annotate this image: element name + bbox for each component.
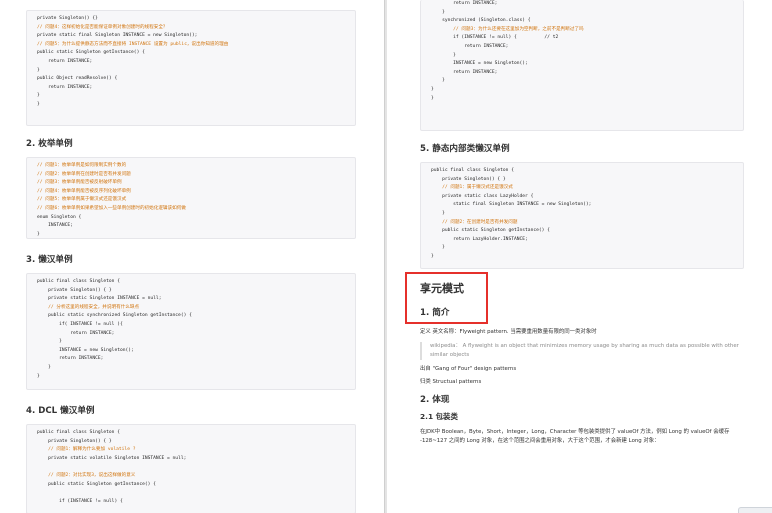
code-line: // 问题3：枚举单例能否被反射破坏单例 (37, 180, 122, 186)
code-line: public static Singleton getInstance() { (431, 228, 550, 234)
code-line: } (431, 95, 434, 101)
code-block-dcl-continued: return INSTANCE; } synchronized (Singlet… (420, 0, 744, 131)
code-block: private Singleton() {} // 问题4：这样初始化是否能保证单… (26, 10, 356, 126)
code-line: } (37, 231, 40, 237)
code-line: INSTANCE = new Singleton(); (37, 347, 134, 353)
code-line: // 问题2：在创建时是否有并发问题 (431, 219, 518, 225)
code-line: return INSTANCE; (431, 69, 498, 75)
code-line: return INSTANCE; (37, 84, 93, 90)
document-page-right: return INSTANCE; } synchronized (Singlet… (387, 0, 772, 513)
code-line: public final class Singleton { (37, 430, 120, 435)
code-line: if( INSTANCE != null ){ (37, 321, 123, 327)
code-line: } (37, 373, 40, 379)
code-line: public static Singleton getInstance() { (37, 50, 145, 56)
code-line: return INSTANCE; (37, 330, 115, 336)
code-block-enum-singleton: // 问题1：枚举单例是如何限制实例个数的 // 问题2：枚举单例在创建时是否有并… (26, 157, 356, 239)
scroll-corner-widget[interactable] (738, 507, 772, 513)
code-line: if (INSTANCE != null) { (37, 498, 123, 504)
code-line: } (431, 78, 445, 84)
code-line: } (431, 253, 434, 259)
code-line: public final class Singleton { (431, 168, 514, 173)
code-line: public static Singleton getInstance() { (37, 481, 156, 487)
section-heading-static-inner-singleton: 5. 静态内部类懒汉单例 (420, 144, 510, 154)
section-heading-lazy-singleton: 3. 懒汉单例 (26, 255, 73, 265)
code-line: } (431, 9, 445, 15)
code-line: return INSTANCE; (37, 356, 104, 362)
code-line: return LazyHolder.INSTANCE; (431, 236, 528, 242)
code-line: synchronized (Singleton.class) { (431, 18, 531, 24)
code-line: private Singleton() {} (37, 16, 98, 21)
code-line: if (INSTANCE != null) { // t2 (431, 35, 559, 41)
wikipedia-quote: wikipedia： A flyweight is an object that… (420, 342, 744, 360)
code-line: private static volatile Singleton INSTAN… (37, 455, 187, 461)
code-line: private static final Singleton INSTANCE … (37, 33, 198, 39)
subsection-heading-wrapper-classes: 2.1 包装类 (420, 412, 458, 421)
code-line: public final class Singleton { (37, 279, 120, 284)
code-line: } (431, 86, 434, 92)
code-block-lazy-singleton: public final class Singleton { private S… (26, 273, 356, 390)
code-line: // 问题6：枚举单例如果希望加入一些单例创建时的初始化逻辑该如何做 (37, 205, 186, 211)
code-line: } (431, 210, 445, 216)
code-line: enum Singleton { (37, 214, 82, 220)
code-line: // 分析这里的线程安全，并说明有什么缺点 (37, 304, 140, 310)
code-line: INSTANCE; (37, 223, 73, 229)
code-block-static-inner-singleton: public final class Singleton { private S… (420, 162, 744, 269)
section-heading-embodiment: 2. 体现 (420, 395, 450, 405)
category-paragraph: 归类 Structual patterns (420, 379, 482, 385)
code-line: return INSTANCE; (431, 43, 509, 49)
code-line: } (431, 52, 456, 58)
code-line: // 问题1：属于懒汉式还是饿汉式 (431, 185, 513, 191)
document-page-left: private Singleton() {} // 问题4：这样初始化是否能保证单… (0, 0, 384, 513)
code-line: } (37, 93, 40, 99)
code-line: } (431, 245, 445, 251)
red-highlight-box (405, 272, 488, 324)
source-paragraph: 出自 "Gang of Four" design patterns (420, 366, 517, 372)
code-line: } (37, 364, 51, 370)
code-line: // 问题1：枚举单例是如何限制实例个数的 (37, 163, 127, 168)
code-line: private Singleton() { } (37, 287, 112, 293)
code-line: return INSTANCE; (431, 1, 498, 6)
code-line: private static Singleton INSTANCE = null… (37, 296, 162, 302)
code-line: INSTANCE = new Singleton(); (431, 61, 528, 67)
code-line: } (37, 101, 40, 107)
code-line: // 问题4：枚举单例能否被反序列化破坏单例 (37, 188, 131, 194)
code-line: // 问题2：对比实现3，说出这样做的意义 (37, 472, 136, 478)
code-line: // 问题5：枚举单例属于懒汉式还是饿汉式 (37, 197, 127, 203)
code-block-dcl-singleton: public final class Singleton { private S… (26, 424, 356, 513)
code-line: // 问题5：为什么提供静态方法而不直接将 INSTANCE 设置为 publi… (37, 41, 229, 47)
code-line: private Singleton() { } (37, 438, 112, 444)
code-line: public static synchronized Singleton get… (37, 313, 192, 319)
code-line: private Singleton() { } (431, 176, 506, 182)
definition-paragraph: 定义 英文名称：Flyweight pattern. 当需要重用数量有限的同一类… (420, 329, 597, 335)
code-line: } (37, 67, 40, 73)
code-line: // 问题2：枚举单例在创建时是否有并发问题 (37, 171, 131, 177)
code-line: // 问题1：解释为什么要加 volatile ? (37, 447, 136, 453)
code-line: public Object readResolve() { (37, 76, 118, 82)
code-line: return INSTANCE; (37, 58, 93, 64)
code-line: static final Singleton INSTANCE = new Si… (431, 202, 592, 208)
code-line: // 问题3：为什么还要在这里加为空判断，之前不是判断过了吗 (431, 26, 584, 32)
code-line: // 问题4：这样初始化是否能保证单例对象创建时的线程安全？ (37, 24, 168, 30)
section-heading-enum-singleton: 2. 枚举单例 (26, 139, 73, 149)
wrapper-classes-paragraph: 在JDK中 Boolean，Byte，Short，Integer，Long，Ch… (420, 429, 730, 444)
code-line: private static class LazyHolder { (431, 193, 534, 199)
section-heading-dcl-singleton: 4. DCL 懒汉单例 (26, 406, 95, 416)
code-line: } (37, 339, 62, 345)
